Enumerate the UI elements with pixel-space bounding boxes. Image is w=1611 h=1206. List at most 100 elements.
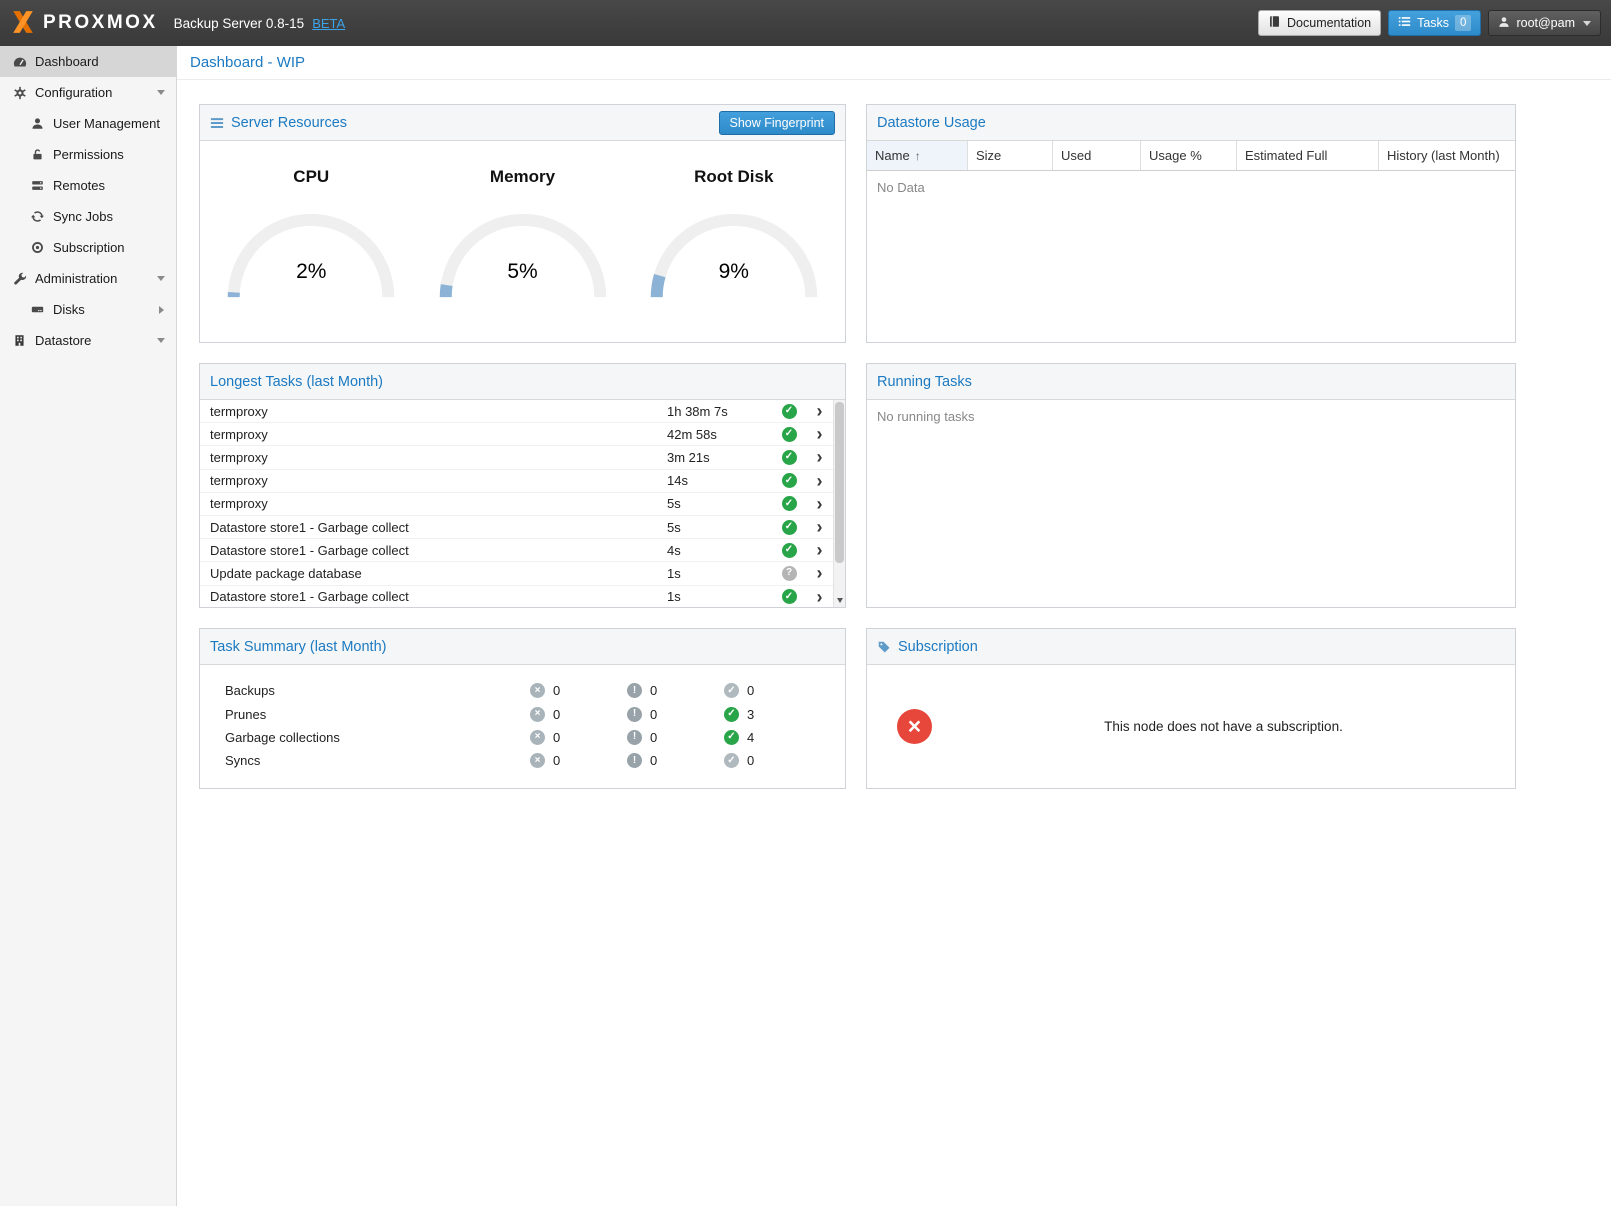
column-header-estimated-full[interactable]: Estimated Full: [1237, 141, 1379, 170]
table-row[interactable]: Datastore store1 - Garbage collect 4s ✓ …: [200, 539, 833, 562]
task-duration: 14s: [667, 473, 772, 488]
scrollbar[interactable]: [833, 400, 845, 607]
panel-title: Running Tasks: [877, 374, 972, 390]
user-menu-button[interactable]: root@pam: [1488, 10, 1601, 36]
status-unknown-icon: ?: [772, 566, 806, 581]
summary-row: Backups ×0 !0 ✓0: [200, 679, 845, 702]
app-title: Backup Server 0.8-15: [174, 16, 305, 31]
tasks-button[interactable]: Tasks 0: [1388, 10, 1481, 36]
page-title: Dashboard - WIP: [177, 46, 1611, 80]
chevron-right-icon[interactable]: ›: [806, 543, 833, 557]
chevron-right-icon[interactable]: ›: [806, 497, 833, 511]
expand-caret-icon: [157, 338, 165, 343]
column-header-history[interactable]: History (last Month): [1379, 141, 1515, 170]
proxmox-x-icon: [10, 9, 36, 38]
task-name: termproxy: [200, 473, 667, 488]
beta-link[interactable]: BETA: [312, 16, 345, 31]
documentation-button[interactable]: Documentation: [1258, 10, 1381, 36]
warning-count-icon: !: [627, 707, 642, 722]
summary-row: Garbage collections ×0 !0 ✓4: [200, 726, 845, 749]
longest-tasks-panel: Longest Tasks (last Month) termproxy 1h …: [199, 363, 846, 608]
table-row[interactable]: Datastore store1 - Garbage collect 5s ✓ …: [200, 516, 833, 539]
chevron-right-icon[interactable]: ›: [806, 450, 833, 464]
summary-row: Prunes ×0 !0 ✓3: [200, 702, 845, 725]
sidebar-item-datastore[interactable]: Datastore: [0, 325, 176, 356]
column-header-usage[interactable]: Usage %: [1141, 141, 1237, 170]
status-ok-icon: ✓: [772, 404, 806, 419]
column-header-name[interactable]: Name ↑: [867, 141, 968, 170]
scroll-down-button[interactable]: [834, 594, 845, 607]
chevron-right-icon[interactable]: ›: [806, 590, 833, 604]
sidebar-item-dashboard[interactable]: Dashboard: [0, 46, 176, 77]
ribbon-icon: [877, 640, 891, 654]
table-row[interactable]: Update package database 1s ? ›: [200, 562, 833, 585]
table-row[interactable]: termproxy 42m 58s ✓ ›: [200, 423, 833, 446]
table-row[interactable]: termproxy 3m 21s ✓ ›: [200, 446, 833, 469]
gauge-label: Root Disk: [634, 167, 834, 187]
sidebar-item-label: Permissions: [53, 147, 124, 162]
show-fingerprint-button[interactable]: Show Fingerprint: [719, 111, 836, 135]
summary-row: Syncs ×0 !0 ✓0: [200, 749, 845, 772]
table-row[interactable]: termproxy 5s ✓ ›: [200, 493, 833, 516]
column-header-used[interactable]: Used: [1053, 141, 1141, 170]
task-duration: 5s: [667, 496, 772, 511]
status-ok-icon: ✓: [772, 520, 806, 535]
sidebar-item-disks[interactable]: Disks: [0, 294, 176, 325]
ok-count-icon: ✓: [724, 683, 739, 698]
ok-count-icon: ✓: [724, 707, 739, 722]
warning-count: 0: [650, 707, 657, 722]
datastore-usage-panel: Datastore Usage Name ↑ Size Used: [866, 104, 1516, 343]
sidebar-item-remotes[interactable]: Remotes: [0, 170, 176, 201]
hard-disk-icon: [29, 303, 46, 316]
ok-count: 3: [747, 707, 754, 722]
summary-label: Prunes: [200, 707, 530, 722]
warning-count-icon: !: [627, 730, 642, 745]
error-count-icon: ×: [530, 683, 545, 698]
gauge-value: 2%: [219, 260, 403, 284]
wrench-icon: [11, 272, 28, 286]
chevron-right-icon[interactable]: ›: [806, 404, 833, 418]
server-resources-panel: Server Resources Show Fingerprint CPU: [199, 104, 846, 343]
user-icon: [29, 117, 46, 130]
column-label: Size: [976, 148, 1001, 163]
sidebar-item-label: Configuration: [35, 85, 112, 100]
table-row[interactable]: Datastore store1 - Garbage collect 1s ✓ …: [200, 586, 833, 608]
table-row[interactable]: termproxy 1h 38m 7s ✓ ›: [200, 400, 833, 423]
sidebar-item-configuration[interactable]: Configuration: [0, 77, 176, 108]
error-count: 0: [553, 753, 560, 768]
task-duration: 4s: [667, 543, 772, 558]
refresh-icon: [29, 210, 46, 223]
error-count-icon: ×: [530, 753, 545, 768]
chevron-right-icon[interactable]: ›: [806, 520, 833, 534]
column-header-size[interactable]: Size: [968, 141, 1053, 170]
chevron-right-icon[interactable]: ›: [806, 566, 833, 580]
sidebar-item-subscription[interactable]: Subscription: [0, 232, 176, 263]
error-count: 0: [553, 683, 560, 698]
chevron-right-icon[interactable]: ›: [806, 427, 833, 441]
sidebar: Dashboard Configuration: [0, 46, 177, 1206]
warning-count: 0: [650, 753, 657, 768]
status-ok-icon: ✓: [772, 427, 806, 442]
subscription-message: This node does not have a subscription.: [932, 719, 1515, 734]
gear-icon: [11, 86, 28, 100]
column-label: Estimated Full: [1245, 148, 1327, 163]
table-row[interactable]: termproxy 14s ✓ ›: [200, 470, 833, 493]
scrollbar-thumb[interactable]: [835, 402, 844, 563]
status-ok-icon: ✓: [772, 589, 806, 604]
gauge-label: CPU: [211, 167, 411, 187]
task-list-icon: [1398, 15, 1411, 31]
summary-label: Garbage collections: [200, 730, 530, 745]
sidebar-item-user-management[interactable]: User Management: [0, 108, 176, 139]
panel-title: Subscription: [898, 639, 978, 655]
panel-title: Longest Tasks (last Month): [210, 374, 383, 390]
chevron-right-icon[interactable]: ›: [806, 474, 833, 488]
no-subscription-icon: ×: [897, 709, 932, 744]
task-summary-panel: Task Summary (last Month) Backups ×0 !0 …: [199, 628, 846, 789]
ok-count: 0: [747, 683, 754, 698]
sidebar-item-permissions[interactable]: Permissions: [0, 139, 176, 170]
memory-gauge: Memory 5%: [423, 167, 623, 303]
sidebar-item-administration[interactable]: Administration: [0, 263, 176, 294]
sidebar-item-sync-jobs[interactable]: Sync Jobs: [0, 201, 176, 232]
sidebar-item-label: Datastore: [35, 333, 91, 348]
server-icon: [29, 179, 46, 192]
